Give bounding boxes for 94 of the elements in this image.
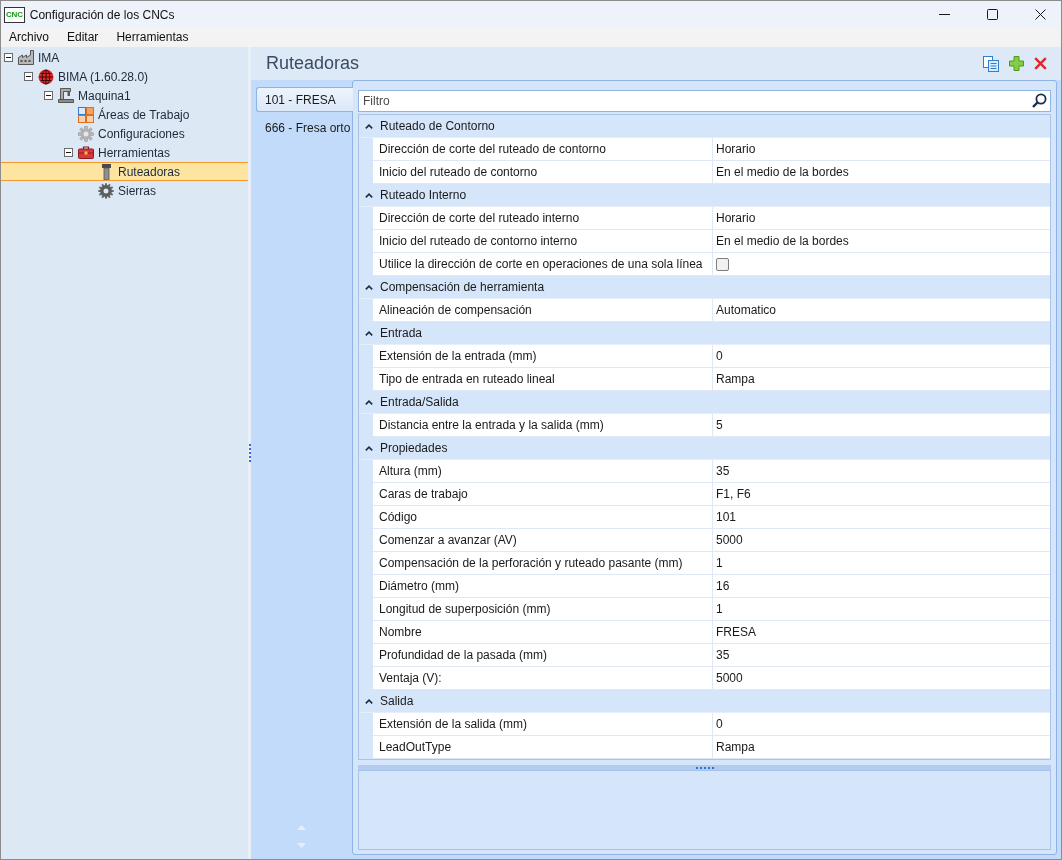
property-name-cell: Inicio del ruteado de contorno: [373, 161, 713, 184]
property-name-cell: Profundidad de la pasada (mm): [373, 644, 713, 667]
property-value-cell[interactable]: En el medio de la bordes: [713, 161, 1050, 184]
tree-item[interactable]: IMA: [1, 48, 248, 67]
property-value-cell[interactable]: 5000: [713, 529, 1050, 552]
property-name-cell: Extensión de la entrada (mm): [373, 345, 713, 368]
property-value-cell[interactable]: 1: [713, 598, 1050, 621]
menu-item[interactable]: Herramientas: [108, 28, 197, 47]
grip-icon[interactable]: [695, 766, 714, 769]
property-value-cell[interactable]: 0: [713, 345, 1050, 368]
add-icon[interactable]: [1009, 56, 1024, 71]
property-name-cell: LeadOutType: [373, 736, 713, 759]
property-name-cell: Distancia entre la entrada y la salida (mm): [373, 414, 713, 437]
category-label: Entrada/Salida: [380, 395, 459, 409]
property-value-cell[interactable]: Automatico: [713, 299, 1050, 322]
filter-field[interactable]: Filtro: [358, 90, 1051, 112]
property-name-cell: Altura (mm): [373, 460, 713, 483]
close-icon[interactable]: [1035, 9, 1046, 20]
property-name-cell: Diámetro (mm): [373, 575, 713, 598]
property-value-cell[interactable]: 35: [713, 460, 1050, 483]
tree-item[interactable]: Áreas de Trabajo: [1, 105, 248, 124]
category-label: Ruteado Interno: [380, 188, 467, 202]
property-value-cell[interactable]: F1, F6: [713, 483, 1050, 506]
machine-icon: [58, 88, 74, 103]
property-name-cell: Extensión de la salida (mm): [373, 713, 713, 736]
chevron-up-icon[interactable]: [365, 330, 373, 336]
toolbox-icon: [78, 146, 94, 159]
search-icon[interactable]: [1032, 93, 1047, 108]
property-value-cell[interactable]: [713, 253, 1050, 276]
property-name-cell: Ventaja (V):: [373, 667, 713, 690]
copy-icon[interactable]: [983, 55, 999, 72]
property-value-cell[interactable]: 0: [713, 713, 1050, 736]
property-value-cell[interactable]: FRESA: [713, 621, 1050, 644]
window-title: Configuración de los CNCs: [29, 7, 175, 22]
category-label: Propiedades: [380, 441, 448, 455]
property-value-cell[interactable]: Rampa: [713, 368, 1050, 391]
drill-bit-icon: [101, 163, 111, 180]
property-value-cell[interactable]: Horario: [713, 138, 1050, 161]
property-name-cell: Utilice la dirección de corte en operaciones de una sola línea: [373, 253, 713, 276]
factory-icon: [18, 50, 34, 65]
property-value-cell[interactable]: 16: [713, 575, 1050, 598]
chevron-up-icon[interactable]: [365, 698, 373, 704]
property-name-cell: Alineación de compensación: [373, 299, 713, 322]
chevron-up-icon[interactable]: [365, 284, 373, 290]
saw-blade-icon: [98, 182, 114, 199]
grip-icon[interactable]: [248, 444, 251, 462]
chevron-up-icon[interactable]: [365, 445, 373, 451]
property-name-cell: Comenzar a avanzar (AV): [373, 529, 713, 552]
category-label: Entrada: [380, 326, 423, 340]
menu-item[interactable]: Archivo: [1, 28, 57, 47]
minus-box-icon[interactable]: [4, 53, 13, 62]
minus-box-icon[interactable]: [44, 91, 53, 100]
property-value-cell[interactable]: En el medio de la bordes: [713, 230, 1050, 253]
menu-item[interactable]: Editar: [59, 28, 107, 47]
chevron-up-icon[interactable]: [365, 192, 373, 198]
property-value-cell[interactable]: 35: [713, 644, 1050, 667]
tree-item[interactable]: Ruteadoras: [1, 162, 248, 181]
property-value-cell[interactable]: 101: [713, 506, 1050, 529]
property-name-cell: Tipo de entrada en ruteado lineal: [373, 368, 713, 391]
gear-icon: [78, 125, 94, 142]
chevron-up-icon[interactable]: [365, 123, 373, 129]
tool-tab[interactable]: 101 - FRESA: [256, 87, 353, 112]
tree-item[interactable]: BIMA (1.60.28.0): [1, 67, 248, 86]
property-name-cell: Inicio del ruteado de contorno interno: [373, 230, 713, 253]
category-label: Salida: [380, 694, 414, 708]
tree-item[interactable]: Herramientas: [1, 143, 248, 162]
panel-title: Ruteadoras: [266, 53, 360, 74]
delete-icon[interactable]: [1034, 57, 1047, 70]
category-label: Ruteado de Contorno: [380, 119, 495, 133]
property-name-cell: Compensación de la perforación y ruteado pasante (mm): [373, 552, 713, 575]
property-name-cell: Dirección de corte del ruteado de contorno: [373, 138, 713, 161]
tree-item[interactable]: Configuraciones: [1, 124, 248, 143]
property-value-cell[interactable]: 1: [713, 552, 1050, 575]
minus-box-icon[interactable]: [24, 72, 33, 81]
maximize-icon[interactable]: [987, 9, 998, 20]
tree-item[interactable]: Sierras: [1, 181, 248, 200]
sphere-icon: [38, 68, 54, 85]
property-value-cell[interactable]: 5: [713, 414, 1050, 437]
minus-box-icon[interactable]: [64, 148, 73, 157]
category-label: Compensación de herramienta: [380, 280, 545, 294]
property-value-cell[interactable]: 5000: [713, 667, 1050, 690]
checkbox[interactable]: [716, 257, 729, 271]
property-name-cell: Código: [373, 506, 713, 529]
tree-item[interactable]: Maquina1: [1, 86, 248, 105]
chevron-up-icon[interactable]: [365, 399, 373, 405]
tool-tab[interactable]: 666 - Fresa orto: [256, 115, 353, 140]
property-name-cell: Longitud de superposición (mm): [373, 598, 713, 621]
grid-icon: [78, 106, 94, 123]
property-value-cell[interactable]: Horario: [713, 207, 1050, 230]
property-value-cell[interactable]: Rampa: [713, 736, 1050, 759]
property-name-cell: Nombre: [373, 621, 713, 644]
property-name-cell: Caras de trabajo: [373, 483, 713, 506]
property-name-cell: Dirección de corte del ruteado interno: [373, 207, 713, 230]
app-logo: CNC: [4, 6, 25, 23]
